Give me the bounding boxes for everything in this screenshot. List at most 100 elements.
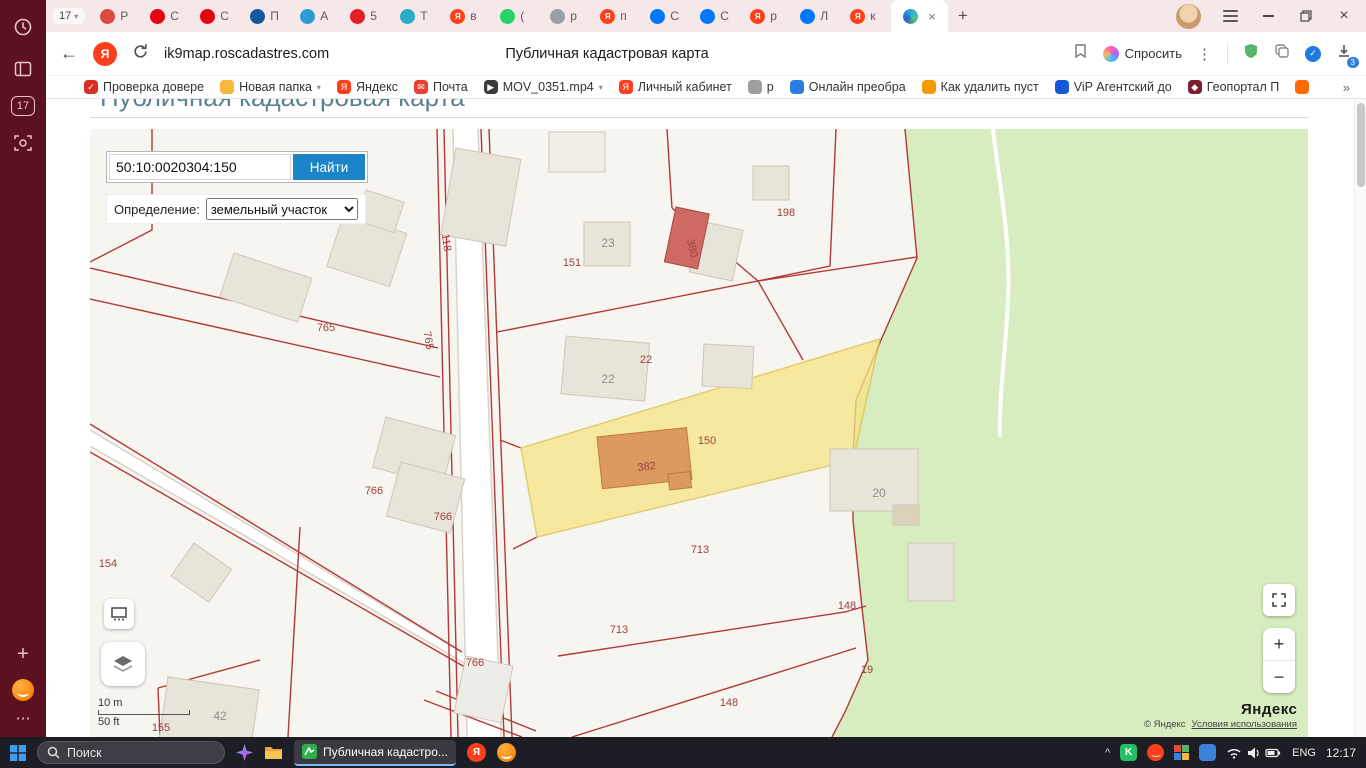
browser-tab[interactable]: 5 [341, 0, 391, 32]
definition-select[interactable]: земельный участок [206, 198, 358, 220]
bookmark-item[interactable]: ЯЯндекс [337, 80, 398, 94]
browser-tab[interactable]: Яп [591, 0, 641, 32]
browser-tab[interactable]: Яp [741, 0, 791, 32]
yandex-start-taskbar-icon[interactable] [497, 743, 516, 762]
tray-expand-icon[interactable]: ^ [1105, 747, 1110, 759]
zoom-out-button[interactable]: − [1263, 661, 1295, 693]
refresh-icon[interactable] [132, 43, 149, 65]
parcel-search-input[interactable] [109, 154, 291, 180]
start-button[interactable] [10, 745, 26, 761]
yandex-browser-icon[interactable]: Я [467, 743, 486, 762]
active-tab-favicon [903, 9, 918, 24]
browser-tab[interactable]: P [91, 0, 141, 32]
bookmark-item[interactable] [1295, 80, 1309, 94]
bookmark-icon [790, 80, 804, 94]
bookmark-item[interactable]: Как удалить пуст [922, 80, 1039, 94]
apps-grid-icon[interactable] [1174, 745, 1189, 760]
screenshot-icon[interactable] [8, 128, 38, 158]
browser-tab[interactable]: C [641, 0, 691, 32]
browser-tab[interactable]: C [141, 0, 191, 32]
bookmark-item[interactable]: ЯЛичный кабинет [619, 80, 732, 94]
back-icon[interactable]: ← [60, 43, 78, 64]
map-label: 154 [99, 558, 117, 570]
tab-favicon: Я [450, 9, 465, 24]
map-label: 382 [637, 460, 657, 474]
file-explorer-icon[interactable] [264, 745, 283, 761]
browser-tab[interactable]: p [541, 0, 591, 32]
kinescope-icon[interactable]: K [1120, 744, 1137, 761]
copilot-icon[interactable] [236, 744, 253, 761]
bookmark-label: Яндекс [356, 80, 398, 94]
tabs-counter[interactable]: 17 [11, 96, 35, 116]
taskbar-search[interactable]: Поиск [37, 741, 225, 764]
ask-alice-button[interactable]: Спросить [1103, 46, 1182, 62]
bookmark-label: Личный кабинет [638, 80, 732, 94]
taskbar-search-label: Поиск [67, 746, 102, 760]
protect-icon[interactable] [1243, 43, 1259, 64]
bookmarks-overflow-icon[interactable]: » [1343, 80, 1366, 95]
zoom-in-button[interactable]: + [1263, 628, 1295, 661]
clock[interactable]: 12:17 [1326, 746, 1356, 760]
yandex-logo[interactable]: Яндекс [1241, 701, 1297, 718]
new-tab-button[interactable]: + [958, 6, 968, 26]
map-label: 766 [365, 485, 383, 497]
bookmark-item[interactable]: Онлайн преобра [790, 80, 906, 94]
browser-tab[interactable]: C [191, 0, 241, 32]
browser-tab[interactable]: Яв [441, 0, 491, 32]
bookmark-item[interactable]: p [748, 80, 774, 94]
bookmark-item[interactable]: ◆Геопортал П [1188, 80, 1280, 94]
bookmark-item[interactable]: ✉Почта [414, 80, 468, 94]
tab-counter-button[interactable]: 17 ▾ [52, 8, 85, 24]
kebab-menu-icon[interactable]: ⋮ [1197, 45, 1212, 63]
minimize-button[interactable] [1260, 8, 1276, 24]
url-text[interactable]: ik9map.roscadastres.com [164, 46, 329, 62]
yandex-start-icon[interactable] [12, 679, 34, 701]
restore-button[interactable] [1298, 8, 1314, 24]
map-label: 22 [601, 372, 615, 386]
more-icon[interactable]: ⋯ [16, 709, 31, 727]
map-label: 151 [563, 257, 581, 269]
browser-tab[interactable]: ( [491, 0, 541, 32]
browser-tab[interactable]: A [291, 0, 341, 32]
tabbar-right-cluster: × [1176, 4, 1366, 29]
screen: 17 + ⋯ 17 ▾ PCCПA5TЯв(pЯпCCЯpЛЯк × + × [0, 0, 1366, 768]
add-panel-icon[interactable]: + [8, 639, 38, 669]
scrollbar[interactable] [1354, 99, 1366, 737]
bookmark-flag-icon[interactable] [1073, 43, 1088, 64]
measure-area-button[interactable] [104, 599, 134, 629]
bookmark-item[interactable]: ✓Проверка довере [84, 80, 204, 94]
scrollbar-thumb[interactable] [1357, 103, 1365, 187]
map-label: 42 [213, 709, 227, 723]
panels-icon[interactable] [8, 54, 38, 84]
menu-icon[interactable] [1223, 10, 1238, 21]
search-button[interactable]: Найти [293, 154, 365, 180]
system-tray-icons[interactable] [1226, 746, 1282, 760]
bookmark-item[interactable]: ▶MOV_0351.mp4▾ [484, 80, 603, 94]
browser-tab[interactable]: Як [841, 0, 891, 32]
profile-avatar[interactable] [1176, 4, 1201, 29]
tab-counter-value: 17 [59, 10, 71, 22]
terms-link[interactable]: Условия использования [1192, 719, 1297, 730]
active-tab[interactable]: × [891, 0, 948, 32]
fullscreen-button[interactable] [1263, 584, 1295, 616]
close-tab-icon[interactable]: × [928, 9, 936, 24]
layers-button[interactable] [101, 642, 145, 686]
browser-tab[interactable]: T [391, 0, 441, 32]
browser-tab[interactable]: П [241, 0, 291, 32]
browser-tab[interactable]: Л [791, 0, 841, 32]
bookmark-item[interactable]: Новая папка▾ [220, 80, 321, 94]
close-window-button[interactable]: × [1336, 8, 1352, 24]
language-indicator[interactable]: ENG [1292, 747, 1316, 759]
yandex-button[interactable]: Я [93, 42, 117, 66]
active-window-button[interactable]: Публичная кадастро... [294, 740, 456, 766]
bookmark-item[interactable]: ViP Агентский до [1055, 80, 1172, 94]
tab-title: Л [820, 9, 828, 23]
downloads-icon[interactable]: 3 [1336, 43, 1352, 64]
browser-tab[interactable]: C [691, 0, 741, 32]
history-icon[interactable] [8, 12, 38, 42]
sync-ok-icon[interactable]: ✓ [1305, 46, 1321, 62]
building-382 [597, 428, 692, 490]
app-icon-blue[interactable] [1199, 744, 1216, 761]
yandex-tray-icon[interactable] [1147, 744, 1164, 761]
collections-icon[interactable] [1274, 43, 1290, 64]
